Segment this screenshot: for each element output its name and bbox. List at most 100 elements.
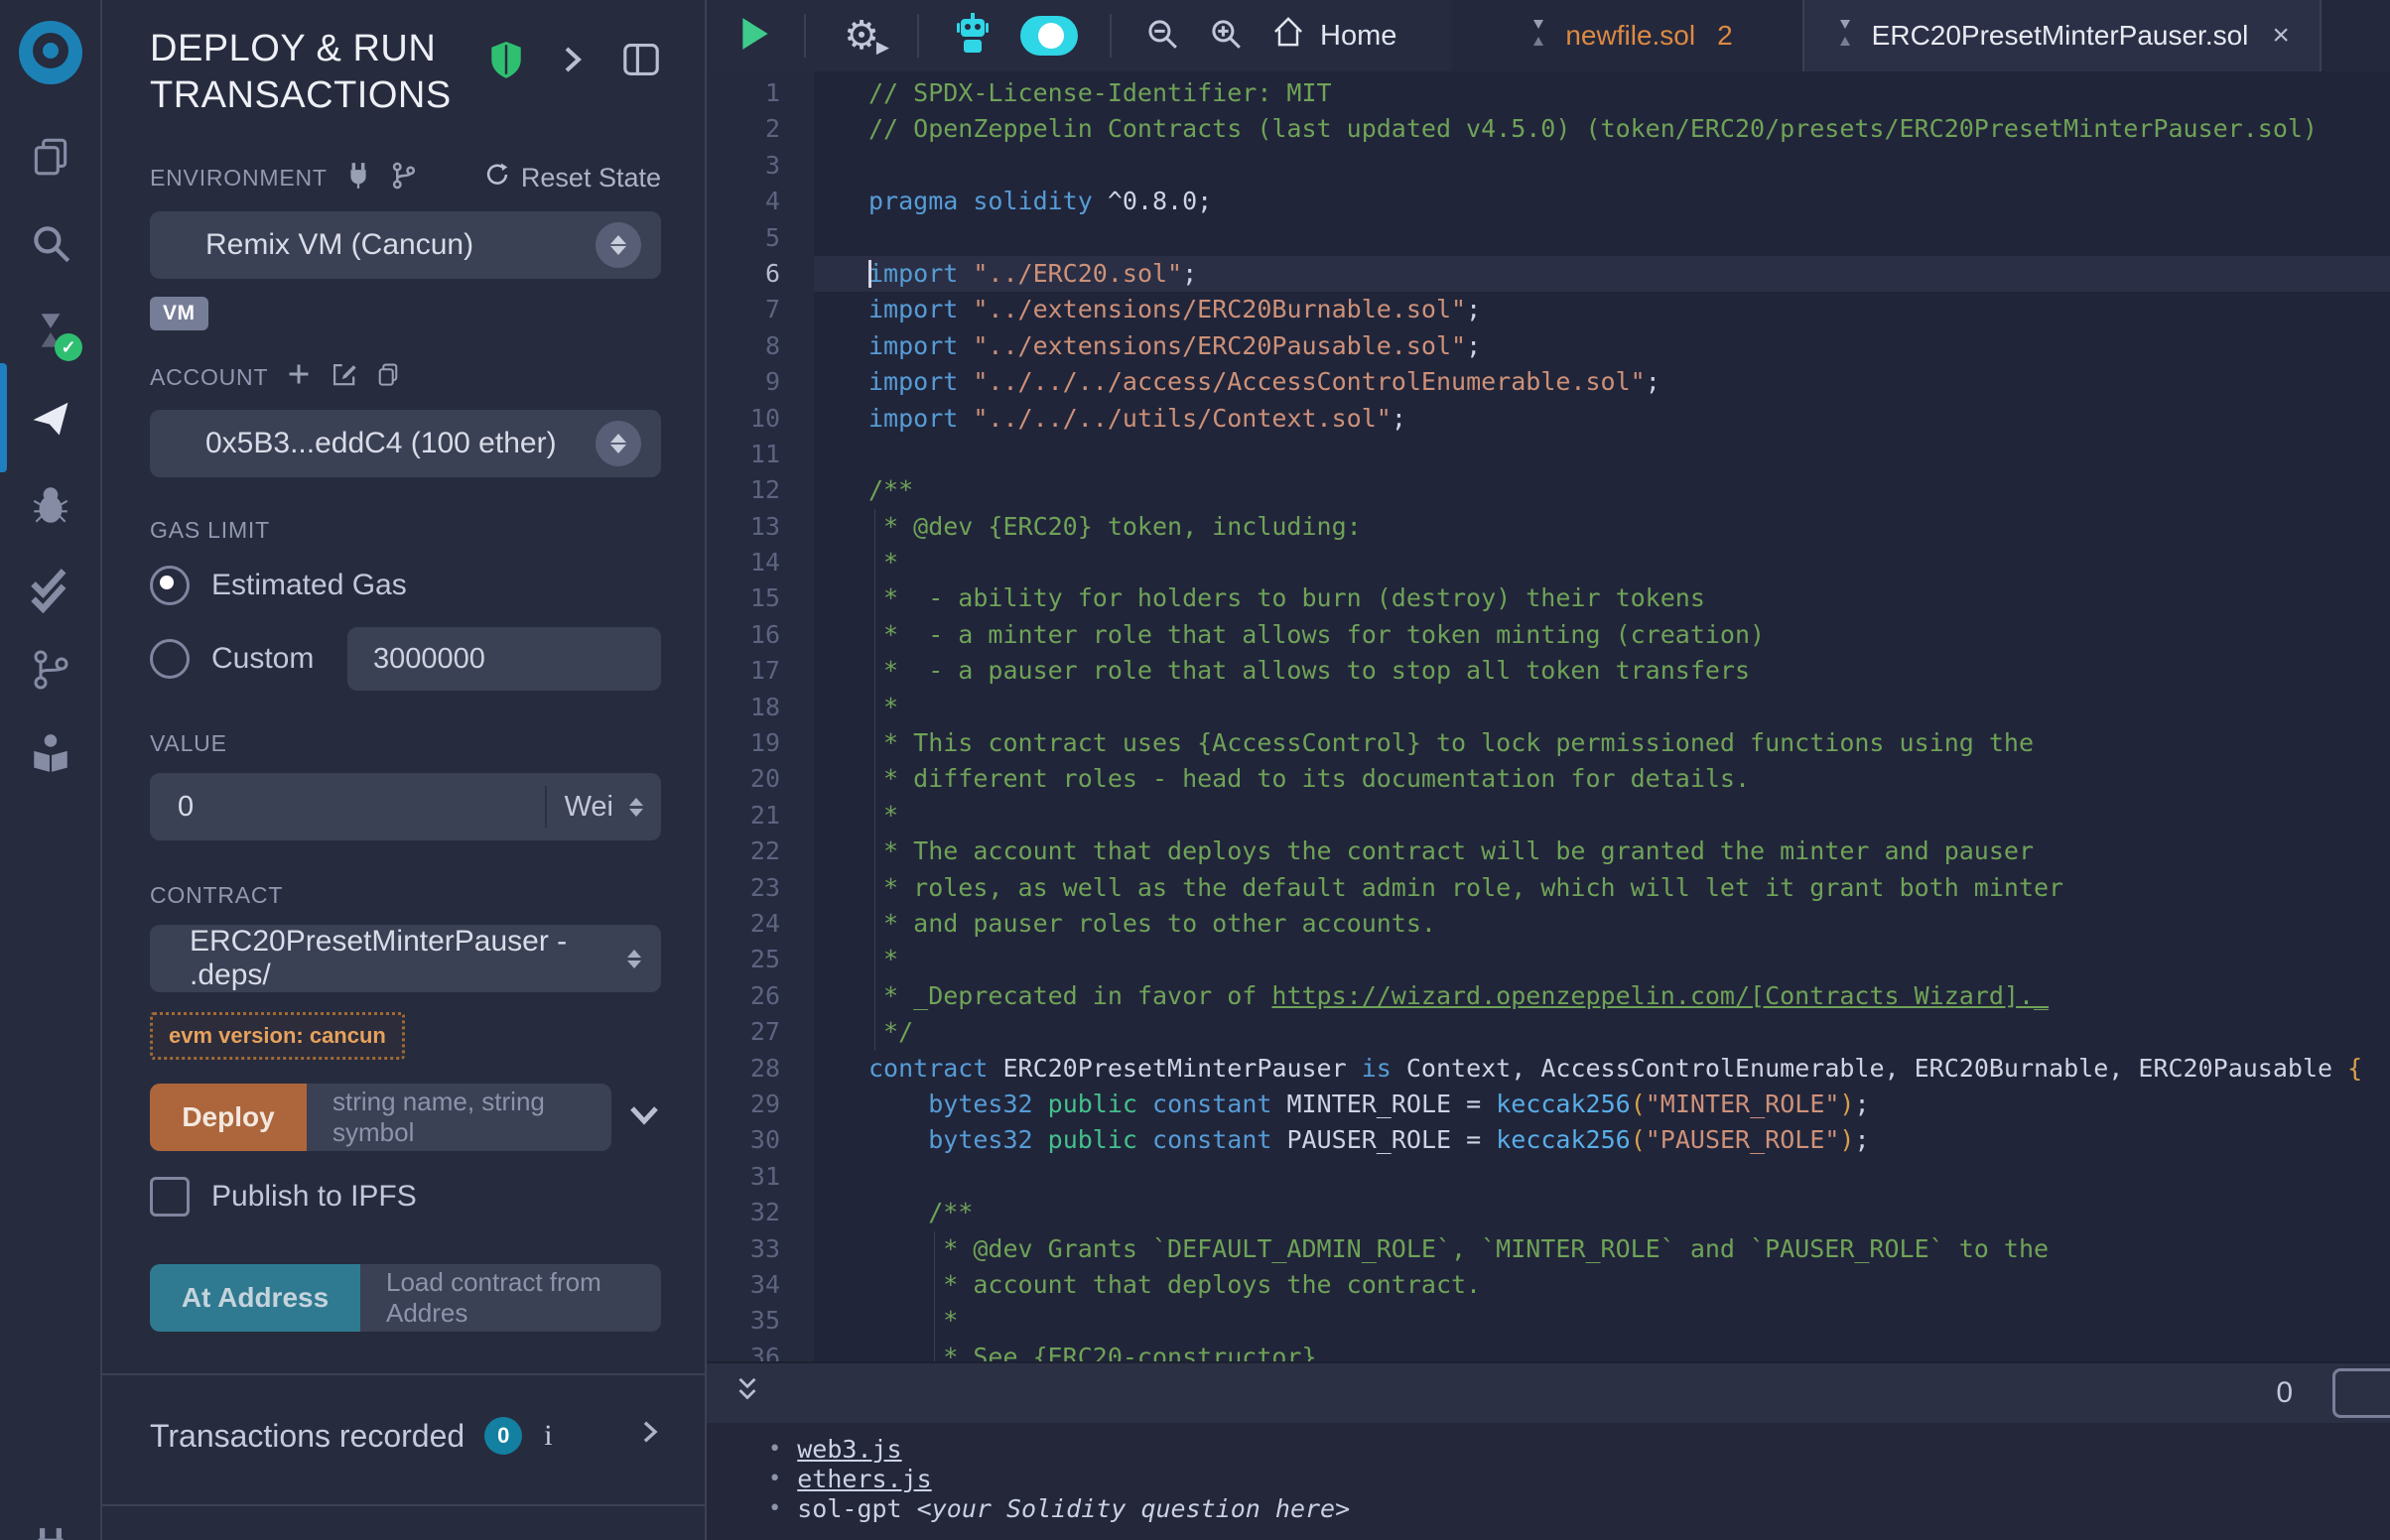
terminal-library-link[interactable]: •ethers.js xyxy=(768,1465,2390,1494)
custom-gas-radio[interactable] xyxy=(150,639,190,679)
line-number: 23 xyxy=(707,870,814,906)
code-line[interactable]: 34 * account that deploys the contract. xyxy=(707,1267,2390,1303)
code-line[interactable]: 12/** xyxy=(707,472,2390,508)
code-line[interactable]: 9import "../../../access/AccessControlEn… xyxy=(707,364,2390,400)
code-text: * different roles - head to its document… xyxy=(814,761,2390,797)
plugin-manager-icon[interactable] xyxy=(0,1504,100,1540)
at-address-button[interactable]: At Address xyxy=(150,1264,360,1332)
code-line[interactable]: 33 * @dev Grants `DEFAULT_ADMIN_ROLE`, `… xyxy=(707,1231,2390,1267)
expand-transactions-icon[interactable] xyxy=(639,1417,661,1455)
copilot-toggle[interactable] xyxy=(1020,16,1078,56)
reset-state-button[interactable]: Reset State xyxy=(483,161,661,195)
value-input[interactable]: 0 xyxy=(150,791,545,824)
terminal-library-link[interactable]: •web3.js xyxy=(768,1435,2390,1465)
zoom-out-icon[interactable] xyxy=(1143,15,1181,58)
code-line[interactable]: 3 xyxy=(707,148,2390,184)
code-line[interactable]: 11 xyxy=(707,437,2390,472)
code-line[interactable]: 22 * The account that deploys the contra… xyxy=(707,834,2390,869)
remix-logo-icon[interactable] xyxy=(0,18,100,87)
code-line[interactable]: 36 * See {ERC20-constructor}. xyxy=(707,1340,2390,1361)
constructor-args-input[interactable]: string name, string symbol xyxy=(307,1084,611,1151)
code-line[interactable]: 15 * - ability for holders to burn (dest… xyxy=(707,580,2390,616)
publish-ipfs-checkbox[interactable] xyxy=(150,1177,190,1217)
indent-guide xyxy=(874,798,875,834)
value-unit-select[interactable]: Wei xyxy=(545,786,661,828)
indent-guide xyxy=(874,1014,875,1050)
code-line[interactable]: 24 * and pauser roles to other accounts. xyxy=(707,906,2390,942)
solidity-compiler-icon[interactable]: ✓ xyxy=(0,288,100,373)
copy-account-icon[interactable] xyxy=(375,360,401,394)
line-number: 12 xyxy=(707,472,814,508)
code-line[interactable]: 30 bytes32 public constant PAUSER_ROLE =… xyxy=(707,1122,2390,1158)
code-line[interactable]: 31 xyxy=(707,1159,2390,1195)
pin-panel-icon[interactable] xyxy=(621,42,661,82)
terminal-search-input[interactable] xyxy=(2332,1368,2390,1418)
transactions-recorded-section[interactable]: Transactions recorded 0 i xyxy=(102,1373,705,1494)
code-line[interactable]: 4pragma solidity ^0.8.0; xyxy=(707,184,2390,219)
code-line[interactable]: 26 * _Deprecated in favor of https://wiz… xyxy=(707,978,2390,1014)
code-line[interactable]: 10import "../../../utils/Context.sol"; xyxy=(707,401,2390,437)
info-icon[interactable]: i xyxy=(544,1419,552,1453)
code-line[interactable]: 23 * roles, as well as the default admin… xyxy=(707,870,2390,906)
contract-stepper-icon xyxy=(627,950,641,968)
code-line[interactable]: 27 */ xyxy=(707,1014,2390,1050)
account-select[interactable]: 0x5B3...eddC4 (100 ether) xyxy=(150,410,661,477)
code-line[interactable]: 2// OpenZeppelin Contracts (last updated… xyxy=(707,111,2390,147)
code-line[interactable]: 6import "../ERC20.sol"; xyxy=(707,256,2390,292)
code-line[interactable]: 1// SPDX-License-Identifier: MIT xyxy=(707,75,2390,111)
value-label: VALUE xyxy=(150,730,661,757)
code-line[interactable]: 7import "../extensions/ERC20Burnable.sol… xyxy=(707,292,2390,327)
code-line[interactable]: 14 * xyxy=(707,545,2390,580)
add-account-icon[interactable] xyxy=(286,361,312,393)
line-number: 31 xyxy=(707,1159,814,1195)
code-line[interactable]: 20 * different roles - head to its docum… xyxy=(707,761,2390,797)
terminal-output[interactable]: •web3.js•ethers.js•sol-gpt <your Solidit… xyxy=(707,1423,2390,1540)
fork-environment-icon[interactable] xyxy=(389,162,417,195)
file-explorer-icon[interactable] xyxy=(0,113,100,198)
debugger-icon[interactable] xyxy=(0,462,100,548)
contract-select[interactable]: ERC20PresetMinterPauser - .deps/ xyxy=(150,925,661,992)
code-line[interactable]: 13 * @dev {ERC20} token, including: xyxy=(707,509,2390,545)
code-line[interactable]: 18 * xyxy=(707,690,2390,725)
close-tab-icon[interactable]: × xyxy=(2272,19,2290,53)
run-script-icon[interactable] xyxy=(738,15,772,58)
ai-copilot-icon[interactable] xyxy=(951,11,995,62)
search-icon[interactable] xyxy=(0,200,100,286)
custom-gas-input[interactable]: 3000000 xyxy=(347,627,661,691)
code-line[interactable]: 16 * - a minter role that allows for tok… xyxy=(707,617,2390,653)
code-line[interactable]: 28contract ERC20PresetMinterPauser is Co… xyxy=(707,1051,2390,1087)
git-icon[interactable] xyxy=(0,627,100,712)
at-address-input[interactable]: Load contract from Addres xyxy=(360,1264,661,1332)
library-link[interactable]: web3.js xyxy=(797,1435,901,1465)
code-editor[interactable]: 1// SPDX-License-Identifier: MIT2// Open… xyxy=(707,71,2390,1361)
terminal-expand-icon[interactable] xyxy=(732,1374,762,1413)
library-link[interactable]: ethers.js xyxy=(797,1465,931,1494)
deploy-button[interactable]: Deploy xyxy=(150,1084,307,1151)
code-line[interactable]: 35 * xyxy=(707,1303,2390,1339)
code-line[interactable]: 21 * xyxy=(707,798,2390,834)
code-line[interactable]: 5 xyxy=(707,220,2390,256)
unit-testing-icon[interactable] xyxy=(0,548,100,633)
terminal-solgpt-entry: •sol-gpt <your Solidity question here> xyxy=(768,1494,2390,1524)
environment-select[interactable]: Remix VM (Cancun) xyxy=(150,211,661,279)
code-line[interactable]: 32 /** xyxy=(707,1195,2390,1230)
script-config-icon[interactable]: ⚙▶ xyxy=(838,12,885,60)
transactions-count-badge: 0 xyxy=(484,1417,522,1455)
chevron-right-icon[interactable] xyxy=(560,43,586,81)
code-line[interactable]: 25 * xyxy=(707,942,2390,977)
code-line[interactable]: 19 * This contract uses {AccessControl} … xyxy=(707,725,2390,761)
code-line[interactable]: 17 * - a pauser role that allows to stop… xyxy=(707,653,2390,689)
learneth-icon[interactable] xyxy=(0,710,100,796)
plug-icon[interactable] xyxy=(345,162,371,195)
deployed-contracts-section[interactable]: Deployed Contracts 0 xyxy=(102,1504,705,1540)
edit-account-icon[interactable] xyxy=(330,360,357,394)
home-tab[interactable]: Home xyxy=(1270,14,1396,58)
expand-constructor-icon[interactable] xyxy=(627,1103,661,1132)
tab-erc20presetminterpauser[interactable]: ERC20PresetMinterPauser.sol × xyxy=(1802,0,2322,71)
deploy-run-icon[interactable] xyxy=(0,375,100,460)
code-line[interactable]: 8import "../extensions/ERC20Pausable.sol… xyxy=(707,328,2390,364)
zoom-in-icon[interactable] xyxy=(1207,15,1245,58)
tab-newfile[interactable]: newfile.sol 2 xyxy=(1498,0,1762,71)
code-line[interactable]: 29 bytes32 public constant MINTER_ROLE =… xyxy=(707,1087,2390,1122)
estimated-gas-radio[interactable] xyxy=(150,566,190,605)
